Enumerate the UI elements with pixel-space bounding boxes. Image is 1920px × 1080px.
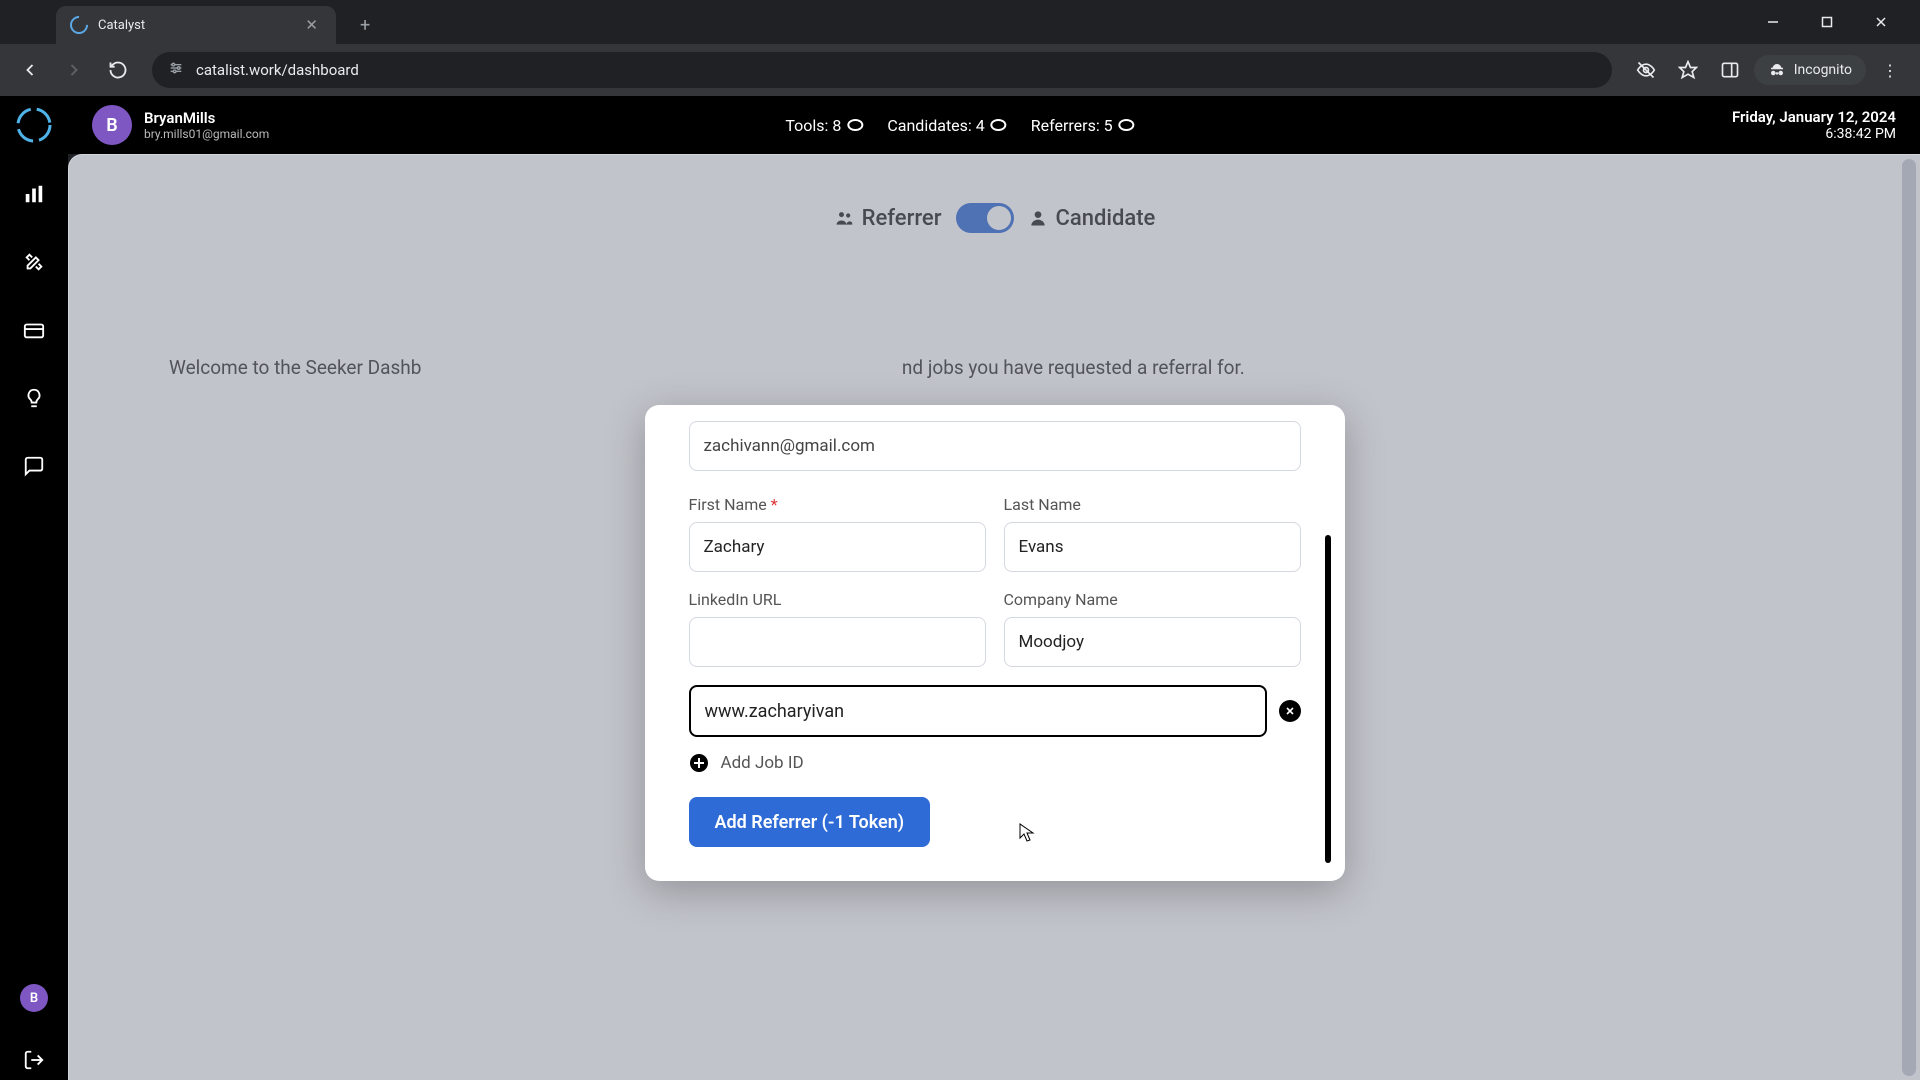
nav-reload-button[interactable] [100, 52, 136, 88]
window-minimize-button[interactable] [1750, 5, 1796, 39]
sidebar-item-ideas[interactable] [14, 378, 54, 418]
nav-forward-button[interactable] [56, 52, 92, 88]
email-field[interactable] [689, 421, 1301, 471]
last-name-label: Last Name [1004, 495, 1301, 514]
browser-tab[interactable]: Catalyst ✕ [56, 6, 336, 44]
stat-tools: Tools: 8 [785, 116, 863, 135]
window-close-button[interactable] [1858, 5, 1904, 39]
company-field[interactable] [1004, 617, 1301, 667]
add-job-label: Add Job ID [721, 753, 804, 773]
first-name-label: First Name * [689, 495, 986, 514]
remove-job-button[interactable] [1279, 700, 1301, 722]
header-stats: Tools: 8 Candidates: 4 Referrers: 5 [785, 116, 1134, 135]
add-referrer-modal: First Name * Last Name LinkedIn URL Comp… [645, 405, 1345, 881]
header-date: Friday, January 12, 2024 [1732, 108, 1896, 126]
sidebar-item-tools[interactable] [14, 242, 54, 282]
url-bar[interactable]: catalist.work/dashboard [152, 52, 1612, 88]
plus-circle-icon [689, 753, 709, 773]
app-logo[interactable] [0, 96, 68, 154]
first-name-field[interactable] [689, 522, 986, 572]
linkedin-label: LinkedIn URL [689, 590, 986, 609]
job-url-field[interactable] [689, 685, 1267, 737]
browser-menu-button[interactable]: ⋮ [1872, 52, 1908, 88]
sidebar-item-messages[interactable] [14, 446, 54, 486]
header-time: 6:38:42 PM [1732, 126, 1896, 142]
sidebar-avatar[interactable]: B [20, 984, 48, 1012]
incognito-icon [1768, 61, 1786, 79]
sidebar-item-logout[interactable] [14, 1040, 54, 1080]
last-name-field[interactable] [1004, 522, 1301, 572]
add-referrer-submit-button[interactable]: Add Referrer (-1 Token) [689, 797, 931, 847]
browser-toolbar: catalist.work/dashboard Incognito ⋮ [0, 44, 1920, 96]
app-main: Referrer Candidate Welcome to the Seeker… [68, 154, 1920, 1080]
tab-title: Catalyst [98, 18, 301, 33]
nav-back-button[interactable] [12, 52, 48, 88]
user-badge[interactable]: B BryanMills bry.mills01@gmail.com [92, 105, 269, 145]
user-name: BryanMills [144, 109, 269, 127]
required-indicator: * [771, 495, 778, 514]
token-icon [1119, 119, 1135, 131]
tab-close-icon[interactable]: ✕ [301, 16, 322, 34]
company-label: Company Name [1004, 590, 1301, 609]
sidepanel-icon[interactable] [1712, 52, 1748, 88]
bookmark-star-icon[interactable] [1670, 52, 1706, 88]
eye-off-icon[interactable] [1628, 52, 1664, 88]
user-email: bry.mills01@gmail.com [144, 127, 269, 141]
incognito-badge[interactable]: Incognito [1754, 55, 1866, 85]
sidebar-item-dashboard[interactable] [14, 174, 54, 214]
app-sidebar: B [0, 96, 68, 1080]
linkedin-field[interactable] [689, 617, 986, 667]
window-controls [1750, 5, 1920, 39]
app-header: B BryanMills bry.mills01@gmail.com Tools… [0, 96, 1920, 154]
url-text: catalist.work/dashboard [196, 61, 359, 79]
sidebar-item-wallet[interactable] [14, 310, 54, 350]
modal-scrollbar[interactable] [1325, 535, 1331, 863]
stat-referrers: Referrers: 5 [1031, 116, 1135, 135]
token-icon [847, 119, 863, 131]
token-icon [991, 119, 1007, 131]
window-maximize-button[interactable] [1804, 5, 1850, 39]
new-tab-button[interactable]: + [352, 11, 378, 40]
site-settings-icon[interactable] [168, 60, 184, 80]
incognito-label: Incognito [1794, 62, 1852, 78]
header-datetime: Friday, January 12, 2024 6:38:42 PM [1732, 108, 1896, 142]
stat-candidates: Candidates: 4 [887, 116, 1006, 135]
tab-favicon-icon [66, 12, 91, 37]
add-job-id-button[interactable]: Add Job ID [689, 753, 1301, 773]
avatar: B [92, 105, 132, 145]
browser-titlebar: Catalyst ✕ + [0, 0, 1920, 44]
